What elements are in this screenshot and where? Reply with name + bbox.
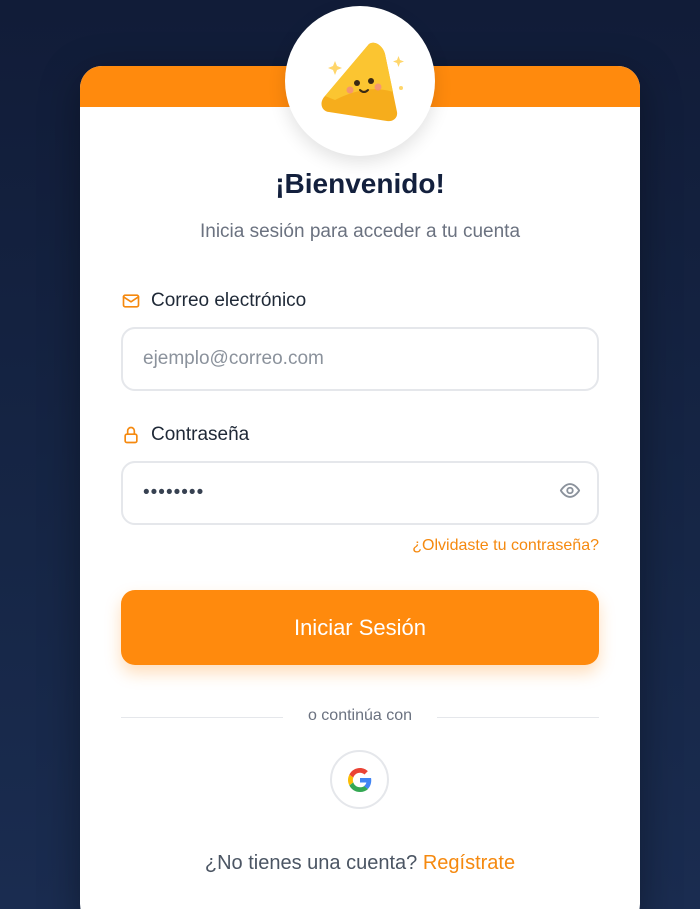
google-login-button[interactable] bbox=[330, 750, 389, 809]
page-subtitle: Inicia sesión para acceder a tu cuenta bbox=[199, 221, 521, 242]
google-icon bbox=[347, 767, 371, 792]
email-label: Correo electrónico bbox=[121, 290, 306, 312]
signup-prompt: ¿No tienes una cuenta? Regístrate bbox=[80, 852, 640, 875]
lock-icon bbox=[124, 426, 138, 444]
password-label: Contraseña bbox=[121, 424, 249, 446]
email-field-container bbox=[121, 327, 599, 391]
cheese-mascot-icon bbox=[321, 42, 404, 122]
password-label-text: Contraseña bbox=[151, 424, 250, 445]
eye-icon[interactable] bbox=[559, 480, 581, 507]
login-button[interactable]: Iniciar Sesión bbox=[121, 590, 599, 665]
mail-icon bbox=[122, 294, 140, 308]
forgot-password-link[interactable]: ¿Olvidaste tu contraseña? bbox=[412, 537, 599, 555]
email-field[interactable] bbox=[143, 348, 577, 370]
password-field-container bbox=[121, 461, 599, 525]
divider-text: o continúa con bbox=[307, 707, 413, 724]
register-link[interactable]: Regístrate bbox=[423, 852, 515, 874]
mascot-avatar bbox=[285, 6, 435, 156]
no-account-text: ¿No tienes una cuenta? bbox=[204, 852, 418, 874]
page-title: ¡Bienvenido! bbox=[275, 168, 445, 199]
email-label-text: Correo electrónico bbox=[151, 290, 307, 311]
password-field[interactable] bbox=[143, 482, 577, 504]
